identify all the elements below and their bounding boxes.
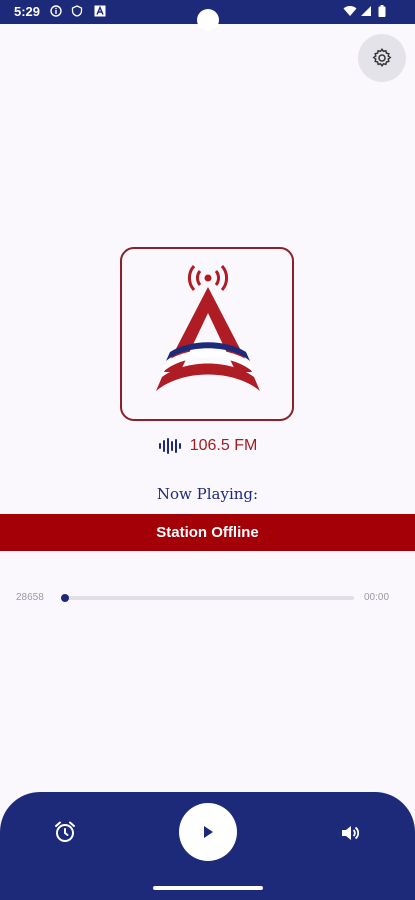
battery-icon	[378, 5, 386, 17]
play-button[interactable]	[179, 803, 237, 861]
frequency-row: 106.5 FM	[0, 436, 415, 456]
player-controls	[0, 792, 415, 900]
gear-icon	[372, 48, 392, 68]
shield-icon	[71, 5, 83, 17]
signal-icon	[361, 6, 371, 16]
camera-cutout	[197, 9, 219, 31]
progress-slider[interactable]	[60, 594, 354, 602]
station-status-banner: Station Offline	[0, 514, 415, 551]
station-logo	[120, 247, 294, 421]
alarm-button[interactable]	[52, 819, 78, 845]
elapsed-time: 28658	[16, 592, 44, 603]
info-icon	[50, 5, 62, 17]
volume-icon	[342, 826, 360, 840]
volume-button[interactable]	[338, 821, 362, 845]
sound-wave-icon	[158, 438, 181, 454]
broadcast-tower-logo	[156, 265, 260, 391]
progress-thumb[interactable]	[60, 594, 69, 602]
home-indicator[interactable]	[153, 886, 263, 890]
play-icon	[204, 826, 213, 838]
status-time: 5:29	[14, 4, 41, 19]
station-frequency: 106.5 FM	[189, 437, 258, 454]
station-status-text: Station Offline	[156, 524, 259, 541]
a-icon	[94, 5, 106, 17]
settings-button[interactable]	[358, 34, 406, 82]
alarm-clock-icon	[55, 821, 75, 842]
wifi-icon	[343, 6, 357, 17]
duration-time: 00:00	[364, 592, 390, 603]
now-playing-label: Now Playing:	[156, 485, 259, 503]
